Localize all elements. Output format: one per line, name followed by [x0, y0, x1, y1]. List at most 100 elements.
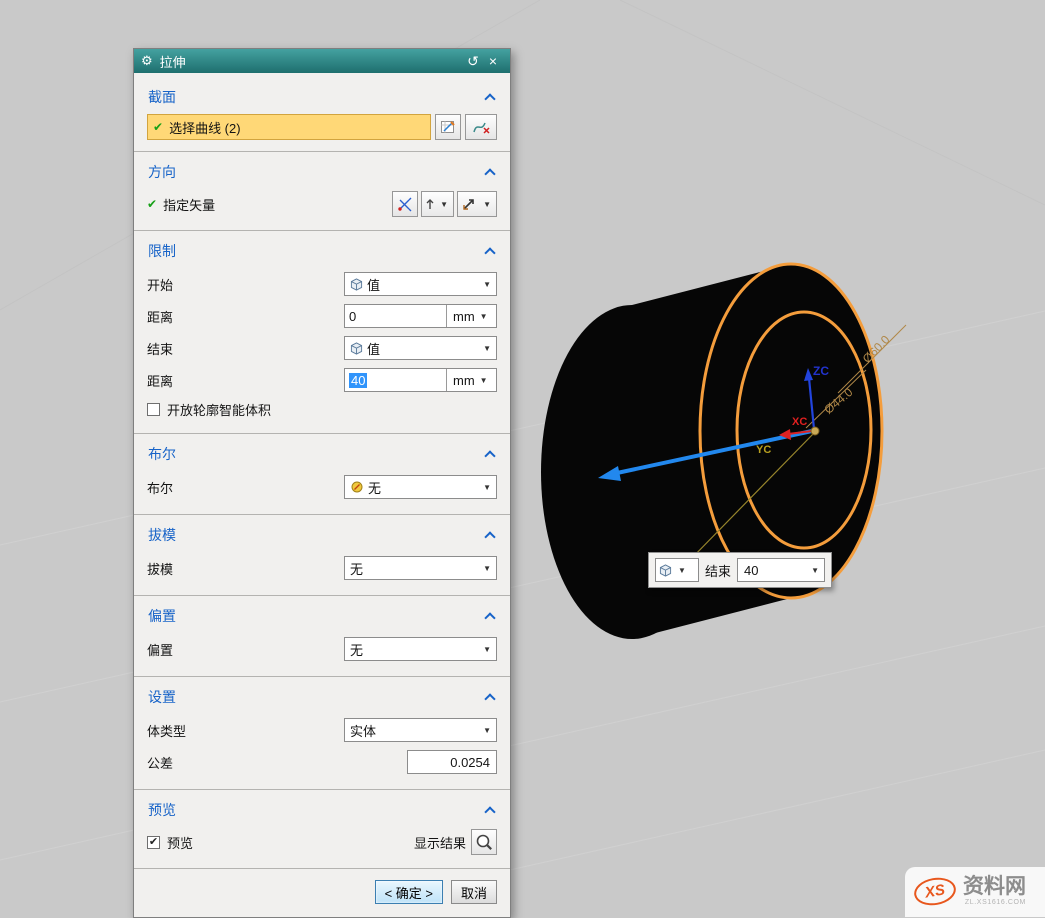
inferred-vector-button[interactable] [392, 191, 418, 217]
start-unit-dropdown[interactable]: mm ▼ [446, 305, 496, 327]
dialog-titlebar[interactable]: ⚙ 拉伸 ↺ × [134, 49, 510, 73]
mini-end-label: 结束 [705, 561, 731, 580]
origin-handle[interactable] [811, 427, 819, 435]
boolean-dropdown[interactable]: 无 ▼ [344, 475, 497, 499]
offset-group-header[interactable]: 偏置 [147, 601, 497, 633]
end-unit-dropdown[interactable]: mm ▼ [446, 369, 496, 391]
chevron-down-icon: ▼ [481, 726, 493, 735]
collapse-chevron-icon[interactable] [484, 168, 495, 179]
chevron-down-icon: ▼ [481, 280, 493, 289]
select-curve-field[interactable]: ✔ 选择曲线 (2) [147, 114, 431, 140]
tolerance-row: 公差 0.0254 [147, 746, 497, 778]
start-distance-row: 距离 0 mm ▼ [147, 300, 497, 332]
offset-header-label: 偏置 [148, 606, 176, 626]
chevron-down-icon: ▼ [481, 483, 493, 492]
start-unit-value: mm [453, 309, 475, 324]
direction-group: 方向 ✔ 指定矢量 [134, 152, 510, 231]
preview-label: 预览 [167, 833, 193, 852]
open-profile-checkbox[interactable] [147, 403, 160, 416]
preview-group-header[interactable]: 预览 [147, 795, 497, 827]
chevron-down-icon: ▼ [478, 312, 490, 321]
offset-dropdown[interactable]: 无 ▼ [344, 637, 497, 661]
watermark-logo: XS [912, 874, 958, 908]
settings-header-label: 设置 [148, 687, 176, 707]
vector-controls: ▼ ▼ [392, 191, 497, 217]
end-mode-dropdown[interactable]: 值 ▼ [344, 336, 497, 360]
start-label: 开始 [147, 275, 173, 294]
chevron-down-icon: ▼ [809, 566, 821, 575]
end-distance-value[interactable]: 40 [349, 373, 367, 388]
boolean-group-header[interactable]: 布尔 [147, 439, 497, 471]
show-result-button[interactable] [471, 829, 497, 855]
dialog-button-row: < 确定 > 取消 [134, 869, 510, 917]
ok-button[interactable]: < 确定 > [375, 880, 443, 904]
limits-group-header[interactable]: 限制 [147, 236, 497, 268]
open-profile-label: 开放轮廓智能体积 [167, 400, 271, 419]
watermark-name: 资料网 [963, 876, 1026, 898]
preview-group: 预览 ✔ 预览 显示结果 [134, 790, 510, 869]
offset-value: 无 [350, 640, 477, 659]
curve-rule-button[interactable] [465, 114, 497, 140]
watermark-url: ZL.XS1616.COM [963, 899, 1026, 906]
yc-axis-label: YC [756, 444, 771, 456]
vector-method-dropdown[interactable]: ▼ [457, 191, 497, 217]
offset-group: 偏置 偏置 无 ▼ [134, 596, 510, 677]
section-header-label: 截面 [148, 87, 176, 107]
collapse-chevron-icon[interactable] [484, 693, 495, 704]
vector-dialog-button[interactable]: ▼ [421, 191, 454, 217]
chevron-down-icon: ▼ [481, 200, 493, 209]
show-result-label: 显示结果 [414, 833, 466, 852]
close-button[interactable]: × [483, 51, 503, 71]
collapse-chevron-icon[interactable] [484, 612, 495, 623]
cube-icon [350, 342, 363, 355]
preview-row: ✔ 预览 显示结果 [147, 827, 497, 857]
cancel-button[interactable]: 取消 [451, 880, 497, 904]
magnifier-icon [475, 833, 493, 851]
curve-select-row: ✔ 选择曲线 (2) [147, 114, 497, 140]
start-row: 开始 值 ▼ [147, 268, 497, 300]
onscreen-input-toolbar: ▼ 结束 40 ▼ [648, 552, 832, 588]
chevron-down-icon: ▼ [481, 344, 493, 353]
up-arrow-icon [425, 198, 435, 211]
section-group-header[interactable]: 截面 [147, 82, 497, 114]
start-mode-dropdown[interactable]: 值 ▼ [344, 272, 497, 296]
tolerance-input[interactable]: 0.0254 [407, 750, 497, 774]
direction-group-header[interactable]: 方向 [147, 157, 497, 189]
direction-header-label: 方向 [148, 162, 176, 182]
watermark-logo-text: XS [924, 881, 947, 901]
collapse-chevron-icon[interactable] [484, 93, 495, 104]
body-type-row: 体类型 实体 ▼ [147, 714, 497, 746]
collapse-chevron-icon[interactable] [484, 531, 495, 542]
end-distance-input[interactable]: 40 mm ▼ [344, 368, 497, 392]
settings-group-header[interactable]: 设置 [147, 682, 497, 714]
extrude-dialog: ⚙ 拉伸 ↺ × 截面 ✔ 选择曲线 (2) [133, 48, 511, 918]
select-curve-label: 选择曲线 (2) [169, 118, 241, 137]
xc-axis-label: XC [792, 416, 807, 428]
limit-type-dropdown[interactable]: ▼ [655, 558, 699, 582]
specify-vector-row: ✔ 指定矢量 ▼ [147, 189, 497, 219]
specify-vector-label: 指定矢量 [163, 195, 215, 214]
sketch-section-button[interactable] [435, 114, 461, 140]
check-icon: ✔ [147, 197, 157, 211]
draft-row: 拔模 无 ▼ [147, 552, 497, 584]
mini-end-value-input[interactable]: 40 ▼ [737, 558, 825, 582]
boolean-header-label: 布尔 [148, 444, 176, 464]
draft-dropdown[interactable]: 无 ▼ [344, 556, 497, 580]
draft-value: 无 [350, 559, 477, 578]
start-mode-value: 值 [367, 275, 477, 294]
draft-group-header[interactable]: 拔模 [147, 520, 497, 552]
start-distance-input[interactable]: 0 mm ▼ [344, 304, 497, 328]
end-unit-value: mm [453, 373, 475, 388]
draft-label: 拔模 [147, 559, 173, 578]
body-type-dropdown[interactable]: 实体 ▼ [344, 718, 497, 742]
start-distance-label: 距离 [147, 307, 173, 326]
start-distance-value[interactable]: 0 [345, 309, 446, 324]
preview-checkbox[interactable]: ✔ [147, 836, 160, 849]
gear-icon: ⚙ [141, 53, 153, 69]
dialog-body: 截面 ✔ 选择曲线 (2) [134, 73, 510, 917]
collapse-chevron-icon[interactable] [484, 247, 495, 258]
collapse-chevron-icon[interactable] [484, 450, 495, 461]
reset-button[interactable]: ↺ [463, 51, 483, 71]
zc-axis-label: ZC [813, 364, 829, 378]
collapse-chevron-icon[interactable] [484, 806, 495, 817]
